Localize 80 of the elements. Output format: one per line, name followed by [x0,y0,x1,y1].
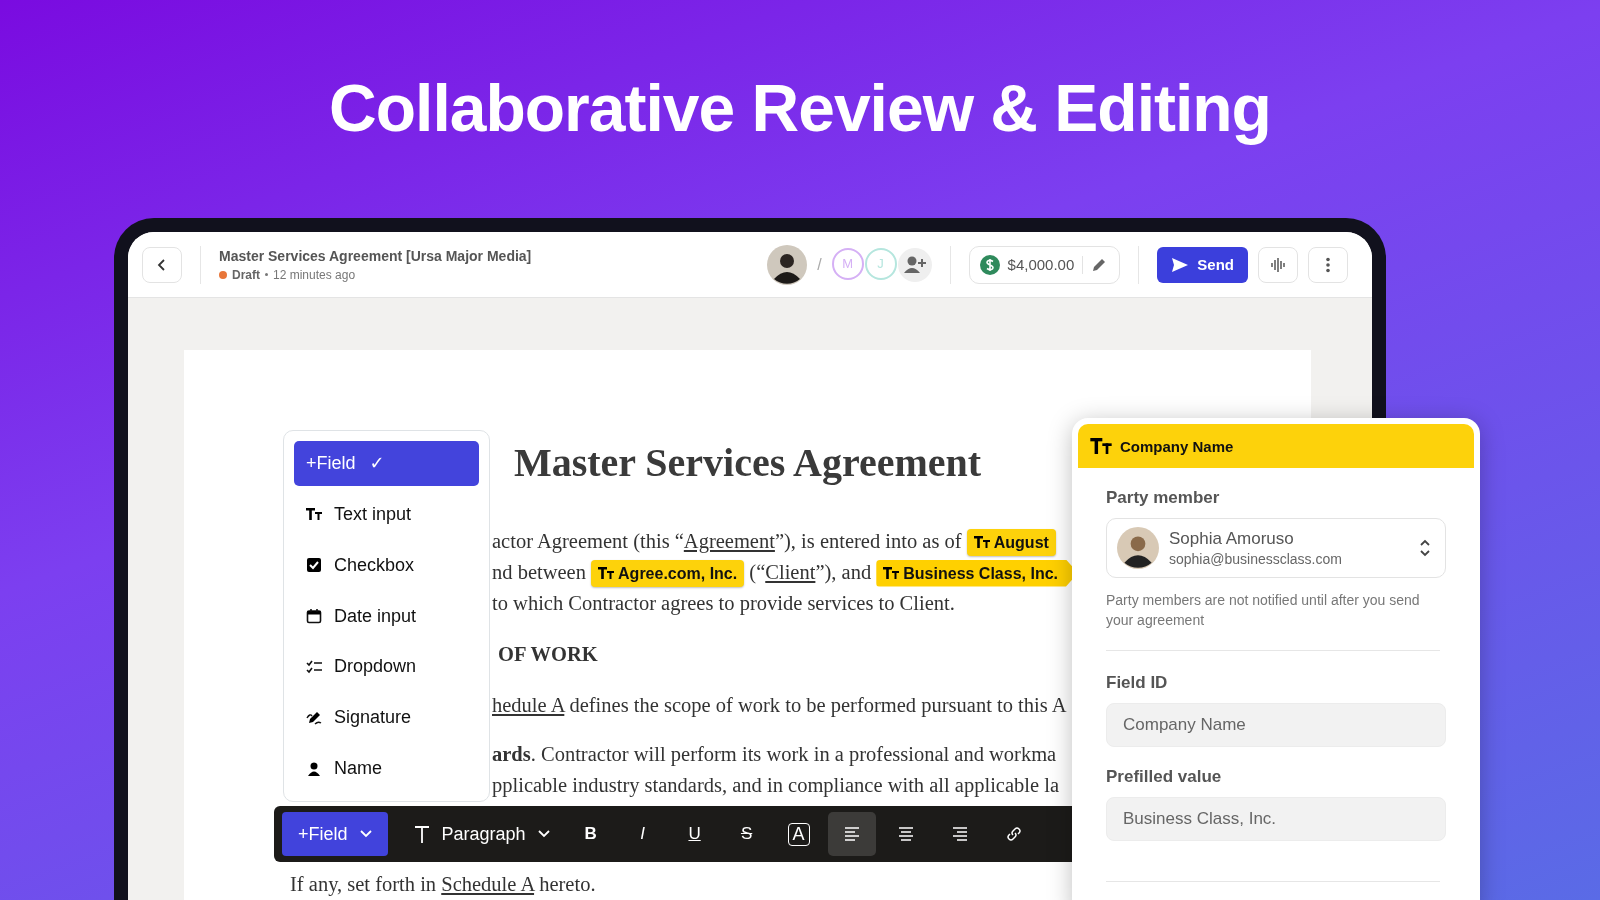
align-icon [843,827,860,841]
document-text: . Contractor will perform its work in a professional and workma [530,743,1057,765]
hint-text: Party members are not notified until after you send your agreement [1106,591,1421,630]
field-chip[interactable]: August [966,528,1056,556]
add-field-button[interactable]: +Field [282,812,388,856]
document-text: hereto. [538,873,596,895]
avatar-icon[interactable] [767,244,808,285]
menu-item[interactable]: Dropdown [294,644,479,690]
format-button[interactable]: S [723,812,770,856]
status-label: Draft [232,267,260,282]
field-id-input[interactable]: Company Name [1106,703,1446,747]
format-button[interactable]: U [671,812,718,856]
section-heading: OF WORK [498,643,598,665]
checkbox-icon [306,557,322,574]
defined-term: Agreement [683,530,775,552]
menu-item[interactable]: Text input [294,491,479,537]
text-type-icon [306,508,322,521]
document-text: (“ [748,561,766,583]
panel-title: Company Name [1120,437,1234,455]
align-button[interactable] [827,812,876,856]
avatar-icon [1117,527,1159,569]
person-icon [306,760,322,777]
document-text: to which Contractor agrees to provide services to Client. [492,592,955,614]
format-button[interactable]: A [775,812,822,856]
document-text: nd between [492,561,587,583]
add-person-icon[interactable] [897,247,932,282]
field-chip[interactable]: Agree.com, Inc. [591,559,745,587]
field-label: Field ID [1106,673,1169,693]
menu-item[interactable]: Checkbox [294,542,479,588]
document-heading: Master Services Agreement [513,439,982,487]
defined-term: Schedule A [441,873,535,895]
amount-pill[interactable]: $4,000.00 [968,245,1121,284]
text-type-icon [1090,438,1112,454]
format-button[interactable]: B [567,812,614,856]
pencil-icon[interactable] [1091,256,1108,273]
member-email: sophia@businessclass.com [1169,551,1343,567]
pen-icon [306,709,322,726]
text-type-icon [883,567,900,579]
section-heading: ards [492,743,531,765]
sort-icon [1419,537,1431,559]
menu-item[interactable]: Signature [294,695,479,741]
defined-term: hedule A [492,694,565,716]
text-icon [413,825,430,843]
prefilled-value-input[interactable]: Business Class, Inc. [1106,797,1446,841]
paper-plane-icon [1171,256,1190,273]
waveform-icon [1269,256,1287,273]
document-text: actor Agreement (this “ [492,530,684,552]
chevron-down-icon [537,830,550,838]
calendar-icon [306,608,322,624]
separator: / [817,255,822,274]
bullet-dot [265,273,268,276]
party-member-select[interactable]: Sophia Amoruso sophia@businessclass.com [1106,518,1446,578]
align-icon [951,827,968,841]
document-text: ”), is entered into as of [774,530,963,552]
link-icon [1005,826,1022,842]
text-type-icon [973,536,990,548]
field-label: Party member [1106,488,1221,508]
updated-time: 12 minutes ago [273,267,356,282]
send-button[interactable]: Send [1157,246,1248,283]
text-type-icon [598,567,615,579]
dollar-icon [979,254,1000,275]
voice-button[interactable] [1258,246,1298,283]
document-text: If any, set forth in [290,873,438,895]
document-text: defines the scope of work to be performed pursuant to this A [568,694,1067,716]
paragraph-style-dropdown[interactable]: Paragraph [401,812,562,856]
checklist-icon [306,659,322,674]
more-icon [1326,256,1330,273]
document-text: ”), and [815,561,873,583]
menu-item[interactable]: +Field ✓ [294,441,479,486]
menu-item[interactable]: Name [294,746,479,791]
member-name: Sophia Amoruso [1169,529,1295,549]
document-title: Master Services Agreement [Ursa Major Media] [219,247,532,264]
chevron-down-icon [359,830,372,838]
document-text: pplicable industry standards, and in compliance with all applicable la [492,774,1059,796]
amount-value: $4,000.00 [1007,256,1075,273]
menu-item[interactable]: Date input [294,593,479,639]
field-label: Prefilled value [1106,767,1223,787]
format-button[interactable]: I [619,812,666,856]
headline: Collaborative Review & Editing [328,70,1272,147]
align-icon [897,827,914,841]
